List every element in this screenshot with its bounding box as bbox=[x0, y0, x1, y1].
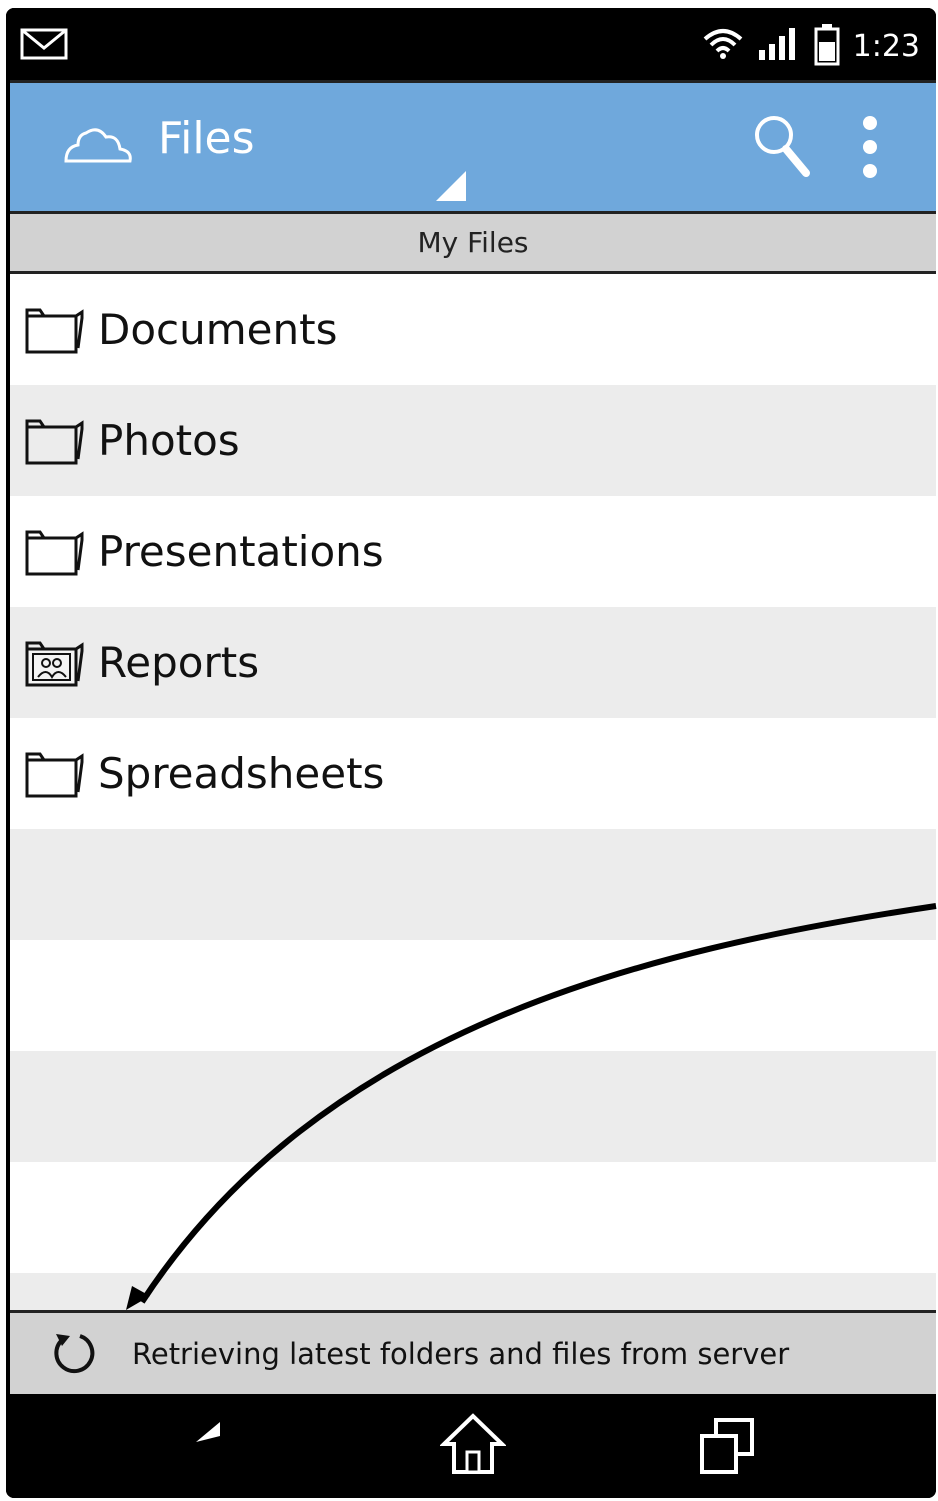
refresh-icon[interactable] bbox=[50, 1328, 98, 1380]
empty-row bbox=[10, 1162, 936, 1273]
signal-icon bbox=[757, 26, 801, 66]
folder-icon bbox=[24, 748, 86, 800]
loading-status-bar: Retrieving latest folders and files from… bbox=[10, 1310, 936, 1394]
folder-name: Photos bbox=[98, 416, 240, 465]
list-item-photos[interactable]: Photos bbox=[10, 385, 936, 496]
list-item-spreadsheets[interactable]: Spreadsheets bbox=[10, 718, 936, 829]
home-icon[interactable] bbox=[439, 1412, 507, 1480]
folder-name: Documents bbox=[98, 305, 338, 354]
wifi-icon bbox=[701, 27, 745, 65]
search-icon[interactable] bbox=[752, 113, 812, 183]
list-item-reports[interactable]: Reports bbox=[10, 607, 936, 718]
loading-message: Retrieving latest folders and files from… bbox=[132, 1336, 790, 1371]
folder-icon bbox=[24, 526, 86, 578]
status-indicators: 1:23 bbox=[701, 22, 920, 70]
action-bar: Files bbox=[10, 80, 936, 214]
mail-icon[interactable] bbox=[20, 28, 70, 66]
empty-row bbox=[10, 1051, 936, 1162]
breadcrumb: My Files bbox=[10, 214, 936, 274]
list-item-documents[interactable]: Documents bbox=[10, 274, 936, 385]
list-item-presentations[interactable]: Presentations bbox=[10, 496, 936, 607]
spinner-dropdown-indicator[interactable] bbox=[434, 169, 468, 207]
navigation-bar bbox=[6, 1394, 936, 1498]
overflow-menu-icon[interactable] bbox=[860, 115, 880, 183]
breadcrumb-label: My Files bbox=[417, 226, 529, 259]
empty-row bbox=[10, 940, 936, 1051]
folder-name: Presentations bbox=[98, 527, 384, 576]
folder-icon bbox=[24, 304, 86, 356]
recent-apps-icon[interactable] bbox=[696, 1416, 758, 1482]
battery-icon bbox=[813, 22, 841, 70]
folder-list: Documents Photos Presentations Reports S… bbox=[10, 274, 936, 1384]
folder-name: Reports bbox=[98, 638, 260, 687]
shared-folder-icon bbox=[24, 637, 86, 689]
phone-frame: 1:23 Files My Files Documents Photos Pre… bbox=[6, 8, 936, 1498]
status-bar: 1:23 bbox=[6, 8, 936, 80]
empty-row bbox=[10, 829, 936, 940]
folder-name: Spreadsheets bbox=[98, 749, 385, 798]
back-icon[interactable] bbox=[192, 1418, 264, 1478]
clock: 1:23 bbox=[852, 28, 920, 64]
folder-icon bbox=[24, 415, 86, 467]
cloud-icon[interactable] bbox=[62, 125, 134, 169]
app-title[interactable]: Files bbox=[158, 113, 255, 164]
